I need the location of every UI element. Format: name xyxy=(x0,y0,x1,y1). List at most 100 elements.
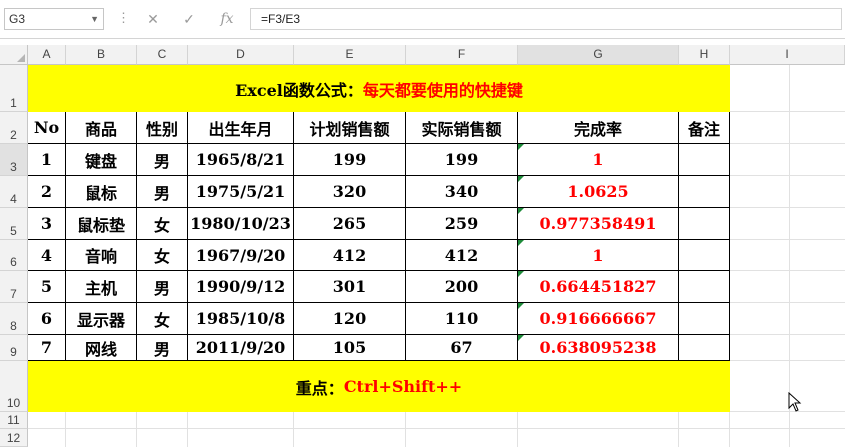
column-header-c[interactable]: C xyxy=(137,45,188,65)
header-cell-planned-sales[interactable]: 计划销售额 xyxy=(294,112,406,144)
cell-planned-sales[interactable]: 199 xyxy=(294,144,406,176)
cell-no[interactable]: 2 xyxy=(28,176,66,208)
name-box[interactable]: G3 ▼ xyxy=(4,8,104,30)
cell-no[interactable]: 5 xyxy=(28,271,66,303)
function-icon[interactable]: fx xyxy=(214,8,240,30)
cell-no[interactable]: 6 xyxy=(28,303,66,335)
cell-actual-sales[interactable]: 200 xyxy=(406,271,518,303)
check-icon[interactable]: ✓ xyxy=(176,8,202,30)
header-cell-birth-date[interactable]: 出生年月 xyxy=(188,112,294,144)
row-header-3[interactable]: 3 xyxy=(0,144,28,176)
cell-completion-rate[interactable]: 1 xyxy=(518,144,679,176)
header-cell-gender[interactable]: 性别 xyxy=(137,112,188,144)
column-header-b[interactable]: B xyxy=(66,45,137,65)
column-header-a[interactable]: A xyxy=(28,45,66,65)
column-header-g[interactable]: G xyxy=(518,45,679,65)
cell-birth-date[interactable]: 2011/9/20 xyxy=(188,335,294,361)
cell-product[interactable]: 音响 xyxy=(66,240,137,271)
cell-no[interactable]: 3 xyxy=(28,208,66,240)
column-header-d[interactable]: D xyxy=(188,45,294,65)
cell-remarks[interactable] xyxy=(679,176,730,208)
cell-birth-date[interactable]: 1990/9/12 xyxy=(188,271,294,303)
cell-planned-sales[interactable]: 105 xyxy=(294,335,406,361)
cell-product[interactable]: 鼠标 xyxy=(66,176,137,208)
row-header-1[interactable]: 1 xyxy=(0,65,28,112)
cell-birth-date[interactable]: 1975/5/21 xyxy=(188,176,294,208)
chevron-down-icon[interactable]: ▼ xyxy=(90,9,99,29)
row-header-5[interactable]: 5 xyxy=(0,208,28,240)
cell-completion-rate[interactable]: 0.977358491 xyxy=(518,208,679,240)
cell-product[interactable]: 网线 xyxy=(66,335,137,361)
cell-gender[interactable]: 男 xyxy=(137,144,188,176)
cell-remarks[interactable] xyxy=(679,303,730,335)
header-cell-remarks[interactable]: 备注 xyxy=(679,112,730,144)
cell-no[interactable]: 7 xyxy=(28,335,66,361)
cell-birth-date[interactable]: 1980/10/23 xyxy=(188,208,294,240)
cell-gender[interactable]: 女 xyxy=(137,208,188,240)
cell-planned-sales[interactable]: 320 xyxy=(294,176,406,208)
cell-gender[interactable]: 女 xyxy=(137,240,188,271)
cell-actual-sales[interactable]: 340 xyxy=(406,176,518,208)
row-header-6[interactable]: 6 xyxy=(0,240,28,271)
formula-input[interactable]: =F3/E3 xyxy=(250,8,842,30)
row-header-10[interactable]: 10 xyxy=(0,361,28,412)
row-header-2[interactable]: 2 xyxy=(0,112,28,144)
cell-product[interactable]: 键盘 xyxy=(66,144,137,176)
cell-completion-rate[interactable]: 0.664451827 xyxy=(518,271,679,303)
column-header-f[interactable]: F xyxy=(406,45,518,65)
cell-completion-rate[interactable]: 0.916666667 xyxy=(518,303,679,335)
row-header-8[interactable]: 8 xyxy=(0,303,28,335)
row-header-11[interactable]: 11 xyxy=(0,412,28,429)
row-header-12[interactable]: 12 xyxy=(0,429,28,447)
title-highlight-text: 每天都要使用的快捷键 xyxy=(362,80,523,100)
row-header-7[interactable]: 7 xyxy=(0,271,28,303)
cell-planned-sales[interactable]: 412 xyxy=(294,240,406,271)
gridline xyxy=(730,302,845,303)
cell-birth-date[interactable]: 1985/10/8 xyxy=(188,303,294,335)
cell-planned-sales[interactable]: 120 xyxy=(294,303,406,335)
row-number: 11 xyxy=(7,413,20,427)
column-header-e[interactable]: E xyxy=(294,45,406,65)
cell-completion-rate[interactable]: 1.0625 xyxy=(518,176,679,208)
cell-remarks[interactable] xyxy=(679,335,730,361)
cell-birth-date[interactable]: 1967/9/20 xyxy=(188,240,294,271)
cell-actual-sales[interactable]: 259 xyxy=(406,208,518,240)
cell-product[interactable]: 鼠标垫 xyxy=(66,208,137,240)
cell-gender[interactable]: 男 xyxy=(137,176,188,208)
cell-gender[interactable]: 女 xyxy=(137,303,188,335)
cell-remarks[interactable] xyxy=(679,271,730,303)
row-header-4[interactable]: 4 xyxy=(0,176,28,208)
cell-remarks[interactable] xyxy=(679,208,730,240)
column-header-h[interactable]: H xyxy=(679,45,730,65)
header-cell-no[interactable]: No xyxy=(28,112,66,144)
cell-planned-sales[interactable]: 301 xyxy=(294,271,406,303)
cell-remarks[interactable] xyxy=(679,240,730,271)
cell-planned-sales[interactable]: 265 xyxy=(294,208,406,240)
header-cell-actual-sales[interactable]: 实际销售额 xyxy=(406,112,518,144)
cell-product[interactable]: 显示器 xyxy=(66,303,137,335)
row-header-9[interactable]: 9 xyxy=(0,335,28,361)
cell-product[interactable]: 主机 xyxy=(66,271,137,303)
close-icon[interactable]: ✕ xyxy=(140,8,166,30)
cell-birth-date[interactable]: 1965/8/21 xyxy=(188,144,294,176)
cell-remarks[interactable] xyxy=(679,144,730,176)
cell-no[interactable]: 1 xyxy=(28,144,66,176)
cell-actual-sales[interactable]: 412 xyxy=(406,240,518,271)
fx-label: fx xyxy=(220,11,234,27)
sheet-title[interactable]: Excel函数公式： 每天都要使用的快捷键 xyxy=(28,65,730,112)
gridline xyxy=(405,412,406,447)
select-all-button[interactable] xyxy=(0,45,28,65)
cell-gender[interactable]: 男 xyxy=(137,335,188,361)
footer-note[interactable]: 重点： Ctrl+Shift++ xyxy=(28,361,730,412)
cell-actual-sales[interactable]: 67 xyxy=(406,335,518,361)
cell-gender[interactable]: 男 xyxy=(137,271,188,303)
column-header-i[interactable]: I xyxy=(730,45,845,65)
gridline xyxy=(730,239,845,240)
cell-actual-sales[interactable]: 199 xyxy=(406,144,518,176)
cell-actual-sales[interactable]: 110 xyxy=(406,303,518,335)
cell-completion-rate[interactable]: 0.638095238 xyxy=(518,335,679,361)
cell-completion-rate[interactable]: 1 xyxy=(518,240,679,271)
header-cell-completion-rate[interactable]: 完成率 xyxy=(518,112,679,144)
cell-no[interactable]: 4 xyxy=(28,240,66,271)
header-cell-product[interactable]: 商品 xyxy=(66,112,137,144)
